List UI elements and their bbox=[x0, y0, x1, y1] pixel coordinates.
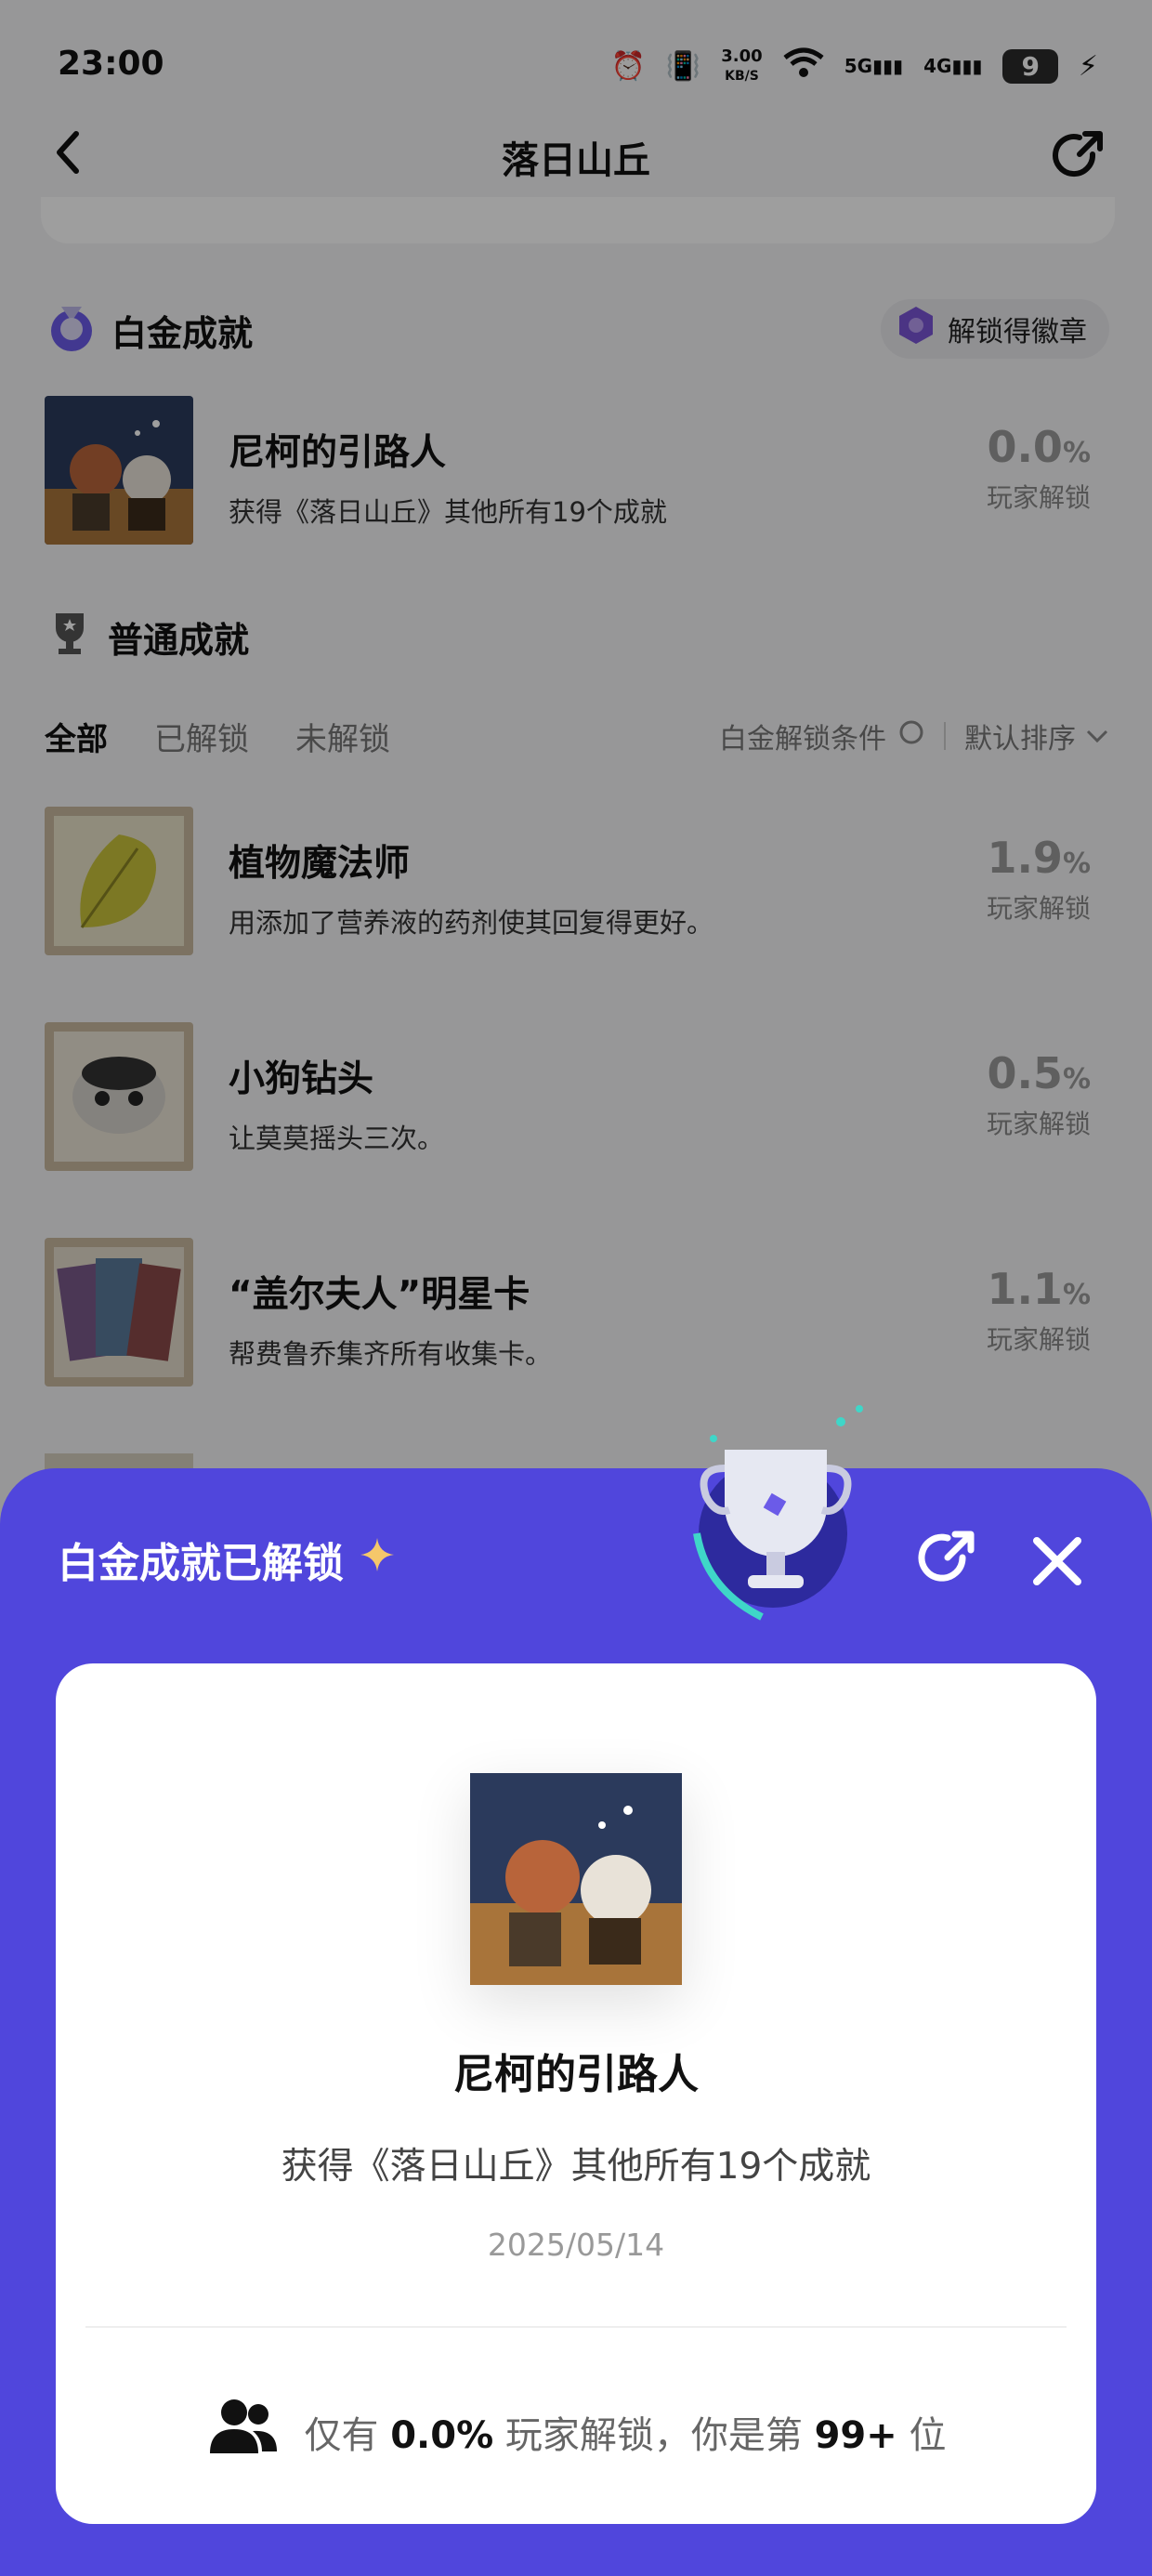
achievement-title: 尼柯的引路人 bbox=[453, 2051, 699, 2098]
stat-rank: 99+ bbox=[814, 2414, 897, 2457]
stat-suffix: 位 bbox=[909, 2414, 947, 2457]
stat-mid: 玩家解锁，你是第 bbox=[504, 2414, 803, 2457]
users-icon bbox=[206, 2396, 281, 2468]
stat-pct: 0.0% bbox=[390, 2414, 494, 2457]
achievement-date: 2025/05/14 bbox=[487, 2227, 665, 2263]
sheet-title: 白金成就已解锁 bbox=[58, 1540, 344, 1587]
share-icon[interactable] bbox=[912, 1526, 979, 1597]
unlock-stat: 仅有 0.0% 玩家解锁，你是第 99+ 位 bbox=[0, 2396, 1152, 2468]
divider bbox=[85, 2326, 1067, 2328]
stat-prefix: 仅有 bbox=[304, 2414, 379, 2457]
achievement-desc: 获得《落日山丘》其他所有19个成就 bbox=[281, 2146, 871, 2188]
achievement-image bbox=[470, 1773, 682, 1985]
trophy-illustration bbox=[687, 1403, 873, 1626]
close-icon[interactable] bbox=[1029, 1533, 1085, 1593]
star-icon bbox=[359, 1536, 396, 1584]
sheet-header: 白金成就已解锁 bbox=[58, 1530, 396, 1589]
